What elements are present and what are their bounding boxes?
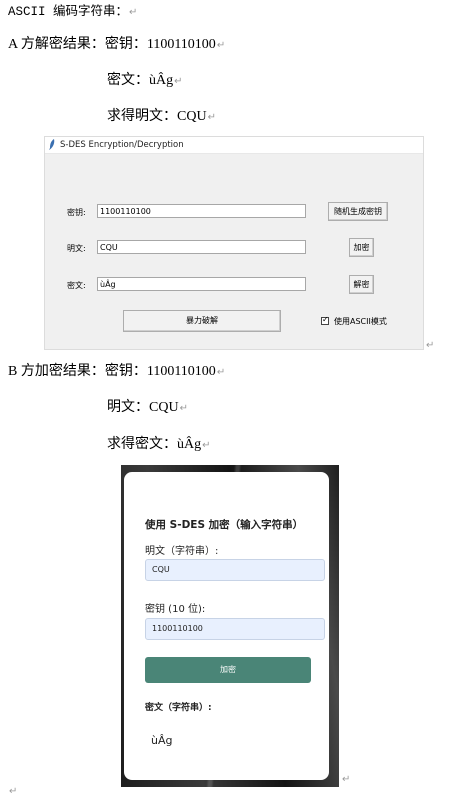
paragraph-mark: ↵ — [179, 403, 188, 414]
ciphertext-label: 密文: — [67, 281, 86, 290]
ciphertext-entry[interactable]: ùÂg — [97, 277, 306, 291]
cipher-value: ùÂg — [149, 73, 174, 88]
window-titlebar: S-DES Encryption/Decryption — [45, 137, 423, 154]
paragraph-mark: ↵ — [342, 774, 351, 785]
section-b-cipher-line: 求得密文：ùÂg↵ — [107, 437, 211, 454]
encrypt-button[interactable]: 加密 — [349, 238, 374, 257]
ciphertext-label: 密文（字符串）: — [145, 703, 212, 713]
window-title: S-DES Encryption/Decryption — [60, 140, 184, 150]
key-value: 1100110100 — [146, 364, 216, 379]
brute-force-button[interactable]: 暴力破解 — [123, 310, 281, 332]
key-label: 密钥： — [104, 37, 147, 52]
generate-key-button[interactable]: 随机生成密钥 — [328, 202, 388, 221]
section-a-key-line: A 方解密结果：密钥：1100110100↵ — [8, 37, 225, 54]
paragraph-mark: ↵ — [426, 340, 435, 351]
section-a-cipher-line: 密文：ùÂg↵ — [107, 73, 183, 90]
card-heading: 使用 S-DES 加密（输入字符串） — [145, 519, 304, 531]
encrypt-card: 使用 S-DES 加密（输入字符串） 明文（字符串）: CQU 密钥 (10 位… — [124, 472, 329, 780]
paragraph-mark: ↵ — [129, 7, 138, 18]
cipher-label: 求得密文： — [107, 437, 177, 452]
paragraph-mark: ↵ — [207, 112, 216, 123]
decrypt-button[interactable]: 解密 — [349, 275, 374, 294]
section-b-label: B 方加密结果： — [8, 364, 105, 379]
web-encrypt-screenshot: 使用 S-DES 加密（输入字符串） 明文（字符串）: CQU 密钥 (10 位… — [121, 465, 339, 787]
section-a-plain-line: 求得明文：CQU↵ — [107, 109, 216, 126]
plaintext-input[interactable]: CQU — [145, 559, 325, 581]
key-input[interactable]: 1100110100 — [145, 618, 325, 640]
section-b-key-line: B 方加密结果：密钥：1100110100↵ — [8, 364, 225, 381]
doc-intro-line: ASCII 编码字符串：↵ — [8, 4, 137, 21]
sdes-tk-window: S-DES Encryption/Decryption 密钥: 11001101… — [44, 136, 424, 350]
ascii-mode-checkbox[interactable] — [321, 315, 329, 325]
cipher-label: 密文： — [107, 73, 149, 88]
feather-icon — [49, 139, 55, 150]
section-b-plain-line: 明文：CQU↵ — [107, 400, 188, 417]
intro-text: ASCII 编码字符串： — [8, 5, 129, 19]
key-label: 密钥: — [67, 208, 86, 217]
key-label: 密钥 (10 位): — [145, 604, 206, 615]
key-label: 密钥： — [104, 364, 147, 379]
plain-label: 求得明文： — [107, 109, 177, 124]
plaintext-label: 明文: — [67, 244, 86, 253]
plaintext-label: 明文（字符串）: — [145, 546, 219, 557]
paragraph-mark: ↵ — [9, 786, 18, 797]
paragraph-mark: ↵ — [216, 40, 226, 51]
key-entry[interactable]: 1100110100 — [97, 204, 306, 218]
paragraph-mark: ↵ — [174, 76, 183, 87]
plain-label: 明文： — [107, 400, 149, 415]
encrypt-button[interactable]: 加密 — [145, 657, 311, 683]
paragraph-mark: ↵ — [216, 367, 226, 378]
ciphertext-output: ùÂg — [151, 734, 173, 747]
ascii-mode-label: 使用ASCII模式 — [334, 317, 387, 326]
paragraph-mark: ↵ — [202, 440, 211, 451]
plaintext-entry[interactable]: CQU — [97, 240, 306, 254]
cipher-value: ùÂg — [177, 437, 202, 452]
plain-value: CQU — [177, 109, 207, 124]
plain-value: CQU — [149, 400, 179, 415]
key-value: 1100110100 — [146, 37, 216, 52]
section-a-label: A 方解密结果： — [8, 37, 105, 52]
